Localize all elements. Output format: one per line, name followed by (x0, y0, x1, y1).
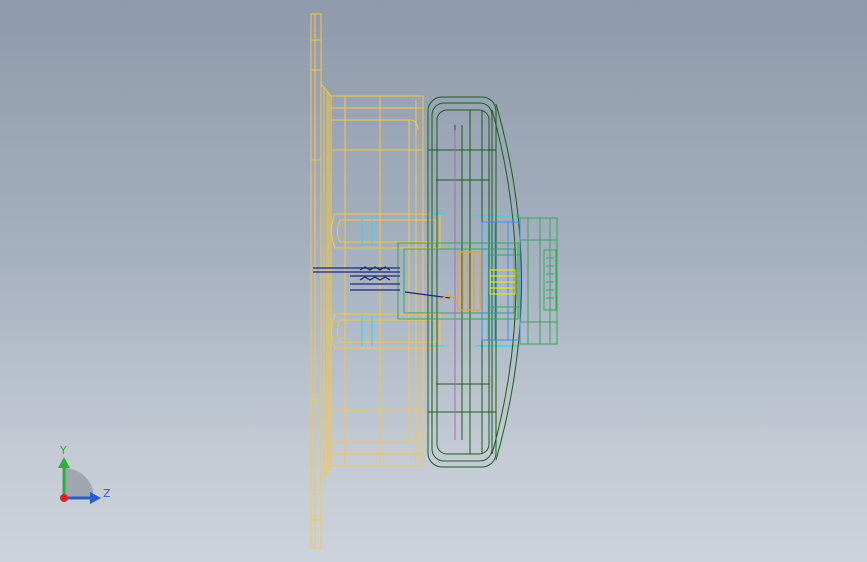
hub (397, 217, 558, 345)
mounting-plate (310, 13, 322, 549)
cad-graphics-viewport[interactable]: Y Z (0, 0, 867, 562)
triad-quadrant-icon (64, 468, 94, 498)
bearing (439, 251, 481, 311)
shaft (313, 266, 451, 299)
wireframe-model[interactable] (0, 0, 867, 562)
nut (489, 269, 516, 295)
coordinate-triad: Y Z (58, 444, 111, 504)
housing-body (330, 95, 424, 467)
z-axis-label: Z (103, 487, 111, 500)
y-axis-label: Y (59, 444, 67, 457)
origin-dot-icon (60, 494, 68, 502)
flange-ribs (320, 82, 332, 482)
